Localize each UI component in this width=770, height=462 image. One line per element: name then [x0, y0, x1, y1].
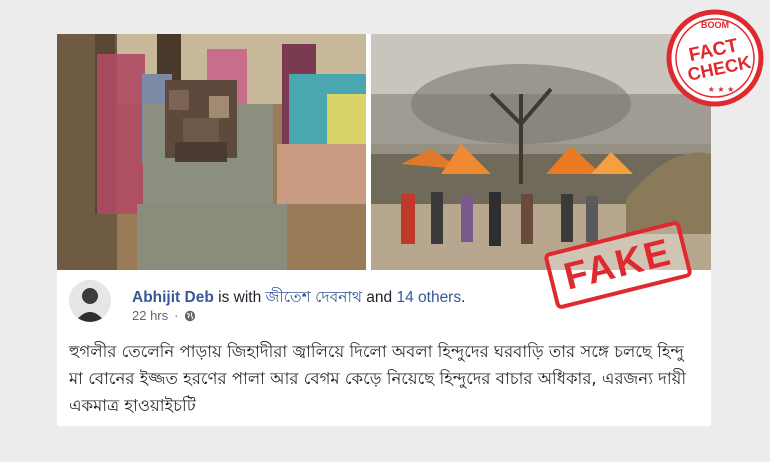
- boom-fact-check-badge: BOOM FACT CHECK ★ ★ ★: [666, 9, 764, 107]
- tagged-person-link[interactable]: জীতেশ দেবনাথ: [266, 289, 362, 306]
- author-name-link[interactable]: Abhijit Deb: [132, 289, 214, 306]
- post-body-text: হুগলীর তেলেনি পাড়ায় জিহাদীরা জ্বালিয়ে…: [69, 342, 687, 415]
- facebook-post-card: Abhijit Deb is with জীতেশ দেবনাথ and 14 …: [57, 34, 711, 426]
- globe-icon[interactable]: [184, 310, 196, 322]
- period-text: .: [461, 289, 466, 306]
- and-text: and: [361, 289, 397, 306]
- pixelated-face: [165, 80, 237, 162]
- meta-separator: ·: [174, 308, 179, 323]
- badge-top-text: BOOM: [701, 20, 729, 30]
- post-timestamp[interactable]: 22 hrs: [132, 308, 168, 323]
- badge-stars: ★ ★ ★: [708, 85, 735, 94]
- post-photo-left[interactable]: [57, 34, 366, 270]
- village-crowd-photo: [57, 34, 366, 270]
- with-text: is with: [213, 289, 266, 306]
- post-meta: 22 hrs ·: [132, 308, 196, 323]
- others-link[interactable]: 14 others: [396, 289, 461, 306]
- avatar[interactable]: [69, 280, 111, 322]
